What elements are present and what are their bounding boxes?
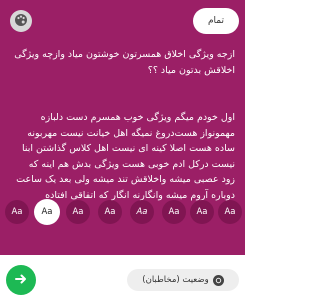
font-option-4[interactable]: Aa bbox=[98, 200, 122, 224]
status-ring-icon bbox=[212, 274, 224, 286]
font-option-6[interactable]: Aa bbox=[162, 200, 186, 224]
status-answer-text[interactable]: اول خودم میگم ویژگی خوب همسرم دست دلبازه… bbox=[13, 110, 235, 203]
font-option-8[interactable]: Aa bbox=[218, 200, 242, 224]
status-audience-label: وضعیت (مخاطبان) bbox=[142, 275, 209, 285]
font-option-3[interactable]: Aa bbox=[66, 200, 90, 224]
status-question-text[interactable]: ازجه ویژگی اخلاق همسرتون خوشتون میاد واز… bbox=[13, 47, 235, 78]
status-editor-screen: تمام ازجه ویژگی اخلاق همسرتون خوشتون میا… bbox=[0, 0, 245, 300]
font-option-1[interactable]: Aa bbox=[5, 200, 29, 224]
bottom-bar: وضعیت (مخاطبان) bbox=[0, 263, 245, 300]
send-button[interactable] bbox=[6, 265, 36, 295]
text-status-card: تمام ازجه ویژگی اخلاق همسرتون خوشتون میا… bbox=[0, 0, 245, 255]
palette-button[interactable] bbox=[10, 10, 32, 32]
arrow-right-icon bbox=[14, 271, 28, 290]
status-audience-button[interactable]: وضعیت (مخاطبان) bbox=[127, 269, 239, 291]
font-option-7[interactable]: Aa bbox=[190, 200, 214, 224]
palette-icon bbox=[14, 12, 28, 31]
done-button[interactable]: تمام bbox=[193, 8, 239, 34]
font-option-5[interactable]: Aa bbox=[130, 200, 154, 224]
font-option-2-selected[interactable]: Aa bbox=[34, 199, 60, 225]
font-style-selector: Aa Aa Aa Aa Aa Aa Aa Aa bbox=[0, 199, 245, 228]
